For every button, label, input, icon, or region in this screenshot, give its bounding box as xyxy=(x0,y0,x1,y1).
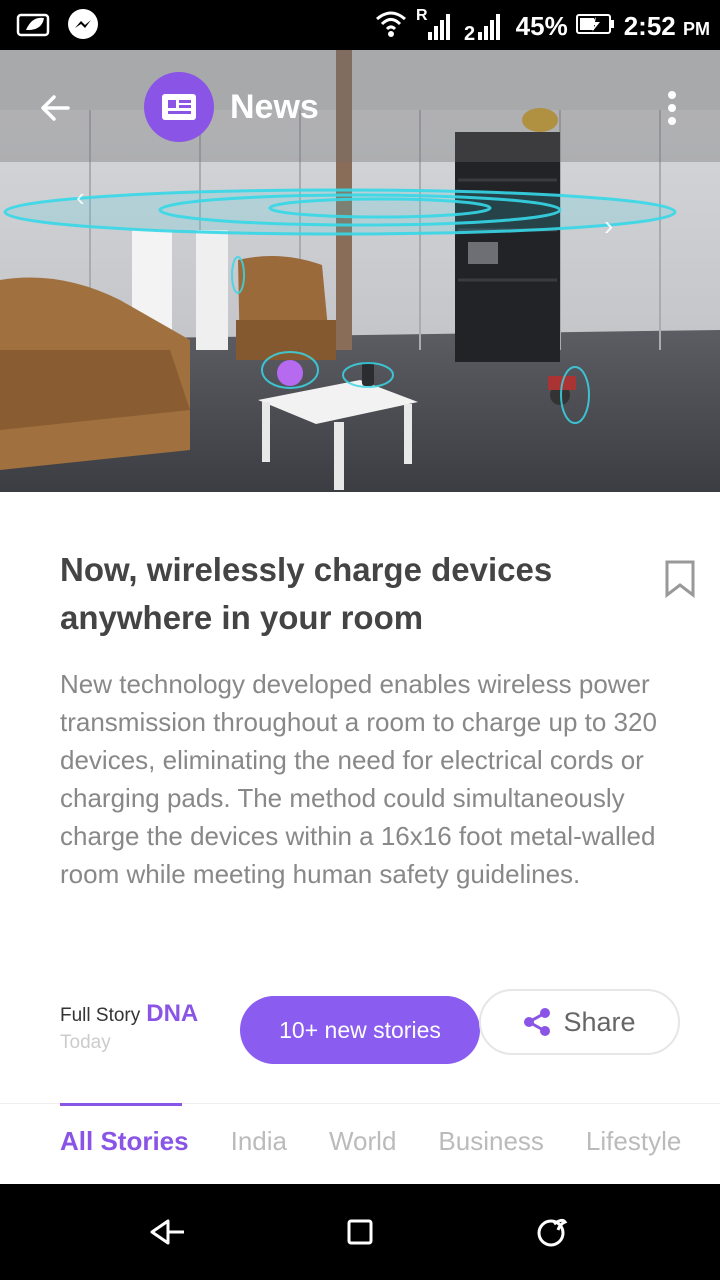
article-summary: New technology developed enables wireles… xyxy=(60,669,657,889)
share-icon xyxy=(524,1008,551,1036)
share-label: Share xyxy=(563,1006,636,1037)
new-stories-label: 10+ new stories xyxy=(279,1016,441,1043)
messenger-icon xyxy=(66,8,100,47)
newspaper-icon xyxy=(162,94,196,120)
clock-time: 2:52 xyxy=(623,11,676,41)
article-headline[interactable]: Now, wirelessly charge devices anywhere … xyxy=(60,546,620,642)
clock: 2:52 PM xyxy=(624,11,710,42)
tab-business[interactable]: Business xyxy=(438,1126,544,1157)
battery-percent: 45% xyxy=(515,11,568,41)
hero-next-button[interactable]: › xyxy=(604,210,613,242)
article-date: Today xyxy=(60,1032,111,1053)
status-bar: R 2 45% 2:52 PM xyxy=(0,0,720,50)
tab-world[interactable]: World xyxy=(329,1126,396,1157)
tab-lifestyle[interactable]: Lifestyle xyxy=(586,1126,681,1157)
battery-charging-icon xyxy=(575,12,616,41)
app-logo xyxy=(144,72,214,142)
leaf-icon xyxy=(16,10,52,45)
source-name[interactable]: DNA xyxy=(146,1000,198,1027)
svg-text:2: 2 xyxy=(464,23,475,42)
nav-back-button[interactable] xyxy=(144,1208,192,1256)
nav-home-button[interactable] xyxy=(528,1208,576,1256)
share-button[interactable]: Share xyxy=(479,989,680,1055)
tab-all-stories[interactable]: All Stories xyxy=(60,1126,189,1157)
nav-recents-icon xyxy=(347,1219,373,1245)
category-tabs: All Stories India World Business Lifesty… xyxy=(60,1126,681,1157)
system-nav-bar xyxy=(0,1184,720,1280)
bookmark-button[interactable] xyxy=(664,560,696,599)
signal-roaming-icon: R xyxy=(416,6,456,47)
overflow-menu-button[interactable] xyxy=(654,86,690,130)
clock-ampm: PM xyxy=(683,19,710,39)
tab-india[interactable]: India xyxy=(231,1126,287,1157)
back-arrow-icon xyxy=(41,95,70,121)
chevron-right-icon: › xyxy=(604,210,614,241)
hero-prev-button[interactable]: ‹ xyxy=(76,182,85,213)
new-stories-button[interactable]: 10+ new stories xyxy=(240,996,480,1064)
bookmark-icon xyxy=(665,560,695,599)
nav-recents-button[interactable] xyxy=(336,1208,384,1256)
active-tab-indicator xyxy=(60,1103,182,1106)
wifi-icon xyxy=(374,7,408,46)
nav-back-icon xyxy=(150,1219,184,1245)
full-story-label[interactable]: Full Story xyxy=(60,1005,140,1026)
more-vert-icon xyxy=(668,91,676,125)
svg-text:R: R xyxy=(416,7,428,24)
app-title: News xyxy=(230,88,319,126)
app-bar: News xyxy=(0,50,720,162)
chevron-left-icon: ‹ xyxy=(76,182,85,212)
signal-icon: 2 xyxy=(464,6,508,47)
back-button[interactable] xyxy=(30,82,82,134)
article-source[interactable]: Full Story DNA Today xyxy=(60,1000,198,1054)
nav-home-icon xyxy=(537,1218,568,1247)
